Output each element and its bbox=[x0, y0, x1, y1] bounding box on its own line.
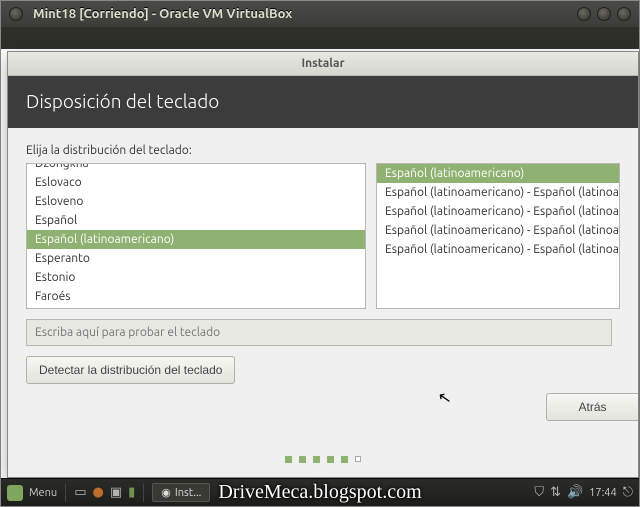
separator bbox=[65, 484, 66, 502]
layout-item[interactable]: Dzongkha bbox=[27, 163, 365, 173]
progress-dot bbox=[341, 456, 348, 463]
vbox-titlebar: Mint18 [Corriendo] - Oracle VM VirtualBo… bbox=[1, 1, 639, 27]
variant-item[interactable]: Español (latinoamericano) - Español (lat… bbox=[377, 221, 619, 240]
layout-item[interactable]: Faroés bbox=[27, 287, 365, 306]
test-keyboard-input[interactable] bbox=[26, 319, 612, 346]
variant-item-selected[interactable]: Español (latinoamericano) bbox=[377, 164, 619, 183]
variant-item[interactable]: Español (latinoamericano) - Español (lat… bbox=[377, 240, 619, 259]
close-button[interactable] bbox=[617, 7, 631, 21]
tray-shield-icon[interactable]: ⛉ bbox=[534, 485, 544, 500]
detect-layout-button[interactable]: Detectar la distribución del teclado bbox=[26, 356, 235, 384]
progress-dot bbox=[299, 456, 306, 463]
layout-item[interactable]: Español bbox=[27, 211, 365, 230]
mint-logo-icon[interactable] bbox=[7, 485, 23, 501]
variant-list[interactable]: Español (latinoamericano) Español (latin… bbox=[376, 163, 620, 309]
installer-window: Instalar Disposición del teclado Elija l… bbox=[7, 51, 639, 478]
progress-dots bbox=[8, 456, 638, 463]
taskbar: Menu ▭ ● ▣ ▮ ◉ Inst... ⛉ ⇅ 🔊 17:44 ⎋ bbox=[1, 478, 639, 506]
variant-item[interactable]: Español (latinoamericano) - Español (lat… bbox=[377, 202, 619, 221]
separator bbox=[143, 484, 144, 502]
layout-item[interactable]: Esperanto bbox=[27, 249, 365, 268]
layout-item-selected[interactable]: Español (latinoamericano) bbox=[27, 230, 365, 249]
menu-button[interactable]: Menu bbox=[29, 487, 57, 499]
minimize-button[interactable] bbox=[577, 7, 591, 21]
task-label: Inst... bbox=[175, 487, 201, 499]
window-title: Mint18 [Corriendo] - Oracle VM VirtualBo… bbox=[33, 7, 571, 21]
back-button[interactable]: Atrás bbox=[546, 393, 638, 421]
installer-content: Elija la distribución del teclado: Dzong… bbox=[8, 128, 638, 394]
clock[interactable]: 17:44 bbox=[589, 487, 617, 499]
tray-user-icon[interactable]: ⎋ bbox=[623, 485, 633, 500]
layout-list[interactable]: Dzongkha Eslovaco Esloveno Español Españ… bbox=[26, 163, 366, 309]
tray-network-icon[interactable]: ⇅ bbox=[550, 485, 561, 500]
tray-volume-icon[interactable]: 🔊 bbox=[567, 485, 583, 500]
terminal-icon[interactable]: ▣ bbox=[110, 485, 122, 500]
layout-item[interactable]: Estonio bbox=[27, 268, 365, 287]
disc-icon: ◉ bbox=[161, 486, 171, 499]
layout-item[interactable]: Filipino bbox=[27, 306, 365, 309]
installer-titlebar: Instalar bbox=[8, 52, 638, 76]
progress-dot bbox=[313, 456, 320, 463]
progress-dot bbox=[327, 456, 334, 463]
show-desktop-icon[interactable]: ▭ bbox=[74, 485, 86, 500]
layout-item[interactable]: Eslovaco bbox=[27, 173, 365, 192]
progress-dot bbox=[285, 456, 292, 463]
progress-dot-inactive bbox=[355, 456, 361, 462]
layout-prompt: Elija la distribución del teclado: bbox=[26, 144, 620, 157]
page-heading: Disposición del teclado bbox=[8, 76, 638, 128]
maximize-button[interactable] bbox=[597, 7, 611, 21]
vbox-menubar bbox=[1, 27, 639, 49]
firefox-icon[interactable]: ● bbox=[93, 485, 104, 500]
task-installer[interactable]: ◉ Inst... bbox=[152, 483, 210, 502]
files-icon[interactable]: ▮ bbox=[128, 485, 135, 500]
variant-item[interactable]: Español (latinoamericano) - Español (lat… bbox=[377, 183, 619, 202]
window-socket-icon bbox=[9, 7, 23, 21]
layout-item[interactable]: Esloveno bbox=[27, 192, 365, 211]
